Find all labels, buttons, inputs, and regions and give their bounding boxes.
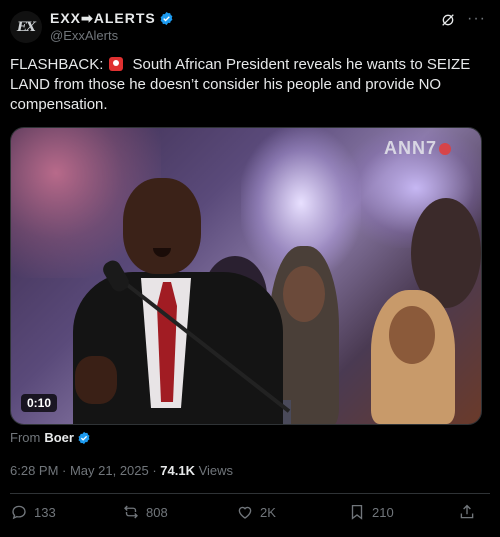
timestamp[interactable]: 6:28 PM · May 21, 2025 · [10, 463, 160, 478]
views-count: 74.1K [160, 463, 195, 478]
author-name[interactable]: EXX➡ALERTS [50, 10, 156, 27]
divider [10, 493, 490, 494]
heart-icon [238, 506, 252, 519]
verified-badge-icon [160, 11, 173, 26]
verified-badge-icon [78, 431, 90, 444]
bookmark-button[interactable]: 210 [348, 503, 394, 521]
siren-emoji-icon [109, 57, 124, 71]
video-crowd-person [371, 290, 455, 424]
share-button[interactable] [458, 503, 482, 521]
avatar-logo: EX [17, 19, 36, 35]
speaker-head [123, 178, 201, 274]
author-handle[interactable]: @ExxAlerts [50, 28, 118, 43]
video-source-attribution: From Boer [10, 430, 91, 445]
bookmark-icon [351, 504, 363, 520]
tweet-meta: 6:28 PM · May 21, 2025 · 74.1K Views [10, 463, 233, 478]
repost-button[interactable]: 808 [122, 503, 168, 521]
channel-watermark: ANN7 [384, 138, 451, 159]
avatar[interactable]: EX [10, 11, 42, 43]
reply-icon [12, 505, 26, 520]
tweet-text-prefix: FLASHBACK: [10, 56, 104, 73]
source-name-link[interactable]: Boer [44, 430, 74, 445]
video-speaker [73, 174, 303, 424]
views-label: Views [195, 463, 234, 478]
share-icon [460, 504, 474, 519]
speaker-fist [75, 356, 117, 404]
repost-count: 808 [146, 504, 168, 520]
reply-count: 133 [34, 504, 56, 520]
author-name-row: EXX➡ALERTS [50, 10, 174, 27]
tweet-actions: 133 808 2K 210 [10, 503, 480, 525]
video-player[interactable]: ANN7 0:10 [10, 127, 482, 425]
more-options-icon[interactable]: ··· [467, 10, 486, 28]
bookmark-count: 210 [372, 504, 394, 520]
grok-icon[interactable] [440, 12, 456, 28]
tweet-header: EX EXX➡ALERTS @ExxAlerts ··· [10, 8, 490, 44]
video-crowd-face [389, 306, 435, 364]
like-count: 2K [260, 504, 276, 520]
repost-icon [124, 505, 138, 519]
like-button[interactable]: 2K [236, 503, 276, 521]
tweet-text: FLASHBACK: South African President revea… [10, 55, 480, 115]
video-duration-badge: 0:10 [21, 394, 58, 412]
reply-button[interactable]: 133 [10, 503, 56, 521]
source-prefix: From [10, 430, 41, 445]
